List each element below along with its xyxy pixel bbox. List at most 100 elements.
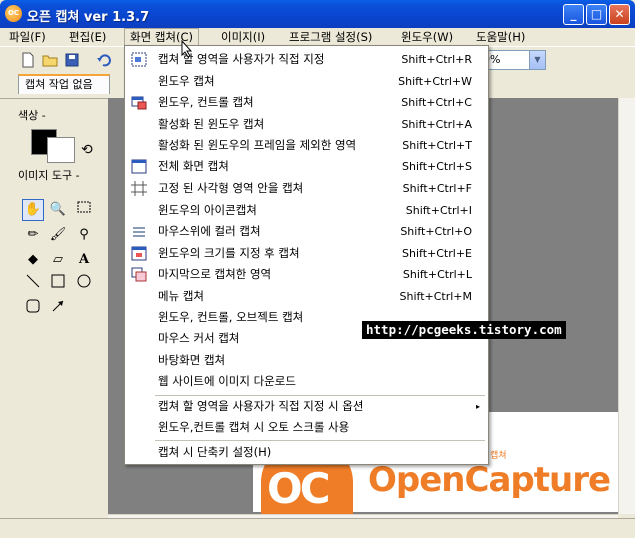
vertical-scrollbar[interactable]: [618, 98, 635, 514]
menu-item-label: 캡쳐 시 단축키 설정(H): [158, 445, 272, 459]
menu-bar: 파일(F) 편집(E) 화면 캡쳐(C) 이미지(I) 프로그램 설정(S) 윈…: [0, 28, 635, 46]
menu-item-label: 윈도우 캡쳐: [158, 74, 215, 88]
menu-item-label: 고정 된 사각형 영역 안을 캡쳐: [158, 181, 304, 195]
fill-bucket-icon[interactable]: ◆: [22, 249, 44, 271]
pencil-icon[interactable]: ✏: [22, 224, 44, 246]
submenu-arrow-icon: ▸: [475, 402, 480, 411]
menu-item-icon-capture[interactable]: 윈도우의 아이콘캡쳐 Shift+Ctrl+I: [125, 200, 488, 221]
tab-no-capture[interactable]: 캡쳐 작업 없음: [18, 74, 110, 94]
menu-item-shortcut: Shift+Ctrl+M: [399, 290, 473, 303]
menu-item-shortcut: Shift+Ctrl+E: [402, 247, 472, 260]
watermark-text: http://pcgeeks.tistory.com: [362, 321, 566, 339]
menu-item-hotkey-settings[interactable]: 캡쳐 시 단축키 설정(H): [125, 442, 488, 463]
menu-item-resize-window-capture[interactable]: 윈도우의 크기를 지정 후 캡쳐 Shift+Ctrl+E: [125, 243, 488, 264]
menu-item-label: 윈도우, 컨트롤 캡쳐: [158, 95, 254, 109]
menu-item-shortcut: Shift+Ctrl+W: [398, 75, 472, 88]
menu-item-label: 마우스위에 컬러 캡쳐: [158, 224, 261, 238]
swap-colors-icon[interactable]: ⟲: [81, 142, 93, 158]
fixed-rect-icon: [131, 181, 147, 196]
menu-item-shortcut: Shift+Ctrl+A: [401, 118, 472, 131]
menu-item-label: 활성화 된 윈도우의 프레임을 제외한 영역: [158, 138, 357, 152]
ellipse-tool-icon[interactable]: [73, 274, 95, 296]
menu-item-shortcut: Shift+Ctrl+O: [400, 225, 472, 238]
undo-icon[interactable]: [96, 52, 112, 68]
background-color[interactable]: [47, 137, 75, 163]
line-tool-icon[interactable]: [22, 274, 44, 296]
rounded-rect-tool-icon[interactable]: [22, 299, 44, 321]
window-title: 오픈 캡쳐 ver 1.3.7: [27, 10, 150, 25]
menu-window[interactable]: 윈도우(W): [396, 28, 458, 46]
menu-item-label: 활성화 된 윈도우 캡쳐: [158, 117, 265, 131]
menu-item-label: 윈도우,컨트롤 캡쳐 시 오토 스크롤 사용: [158, 420, 350, 434]
open-folder-icon[interactable]: [42, 52, 58, 68]
menu-file[interactable]: 파일(F): [4, 28, 51, 46]
status-bar: [0, 518, 635, 538]
color-capture-icon: [133, 227, 145, 237]
title-bar: OC 오픈 캡쳐 ver 1.3.7 _ □ ✕: [0, 0, 635, 28]
menu-item-shortcut: Shift+Ctrl+S: [402, 160, 472, 173]
save-icon[interactable]: [64, 52, 80, 68]
menu-item-label: 마지막으로 캡쳐한 영역: [158, 267, 272, 281]
menu-edit[interactable]: 편집(E): [64, 28, 111, 46]
menu-separator: [155, 440, 485, 441]
menu-item-color-capture[interactable]: 마우스위에 컬러 캡쳐 Shift+Ctrl+O: [125, 221, 488, 242]
menu-item-web-image-download[interactable]: 웹 사이트에 이미지 다운로드: [125, 371, 488, 392]
left-panel: 색상 - ⟲ 이미지 도구 - ✋ 🔍 ✏ 🖌 ⚲ ◆ ▱ A: [0, 98, 108, 518]
mouse-cursor-icon: [181, 40, 193, 58]
menu-item-last-region[interactable]: 마지막으로 캡쳐한 영역 Shift+Ctrl+L: [125, 264, 488, 285]
zoom-tool-icon[interactable]: 🔍: [47, 199, 69, 221]
menu-item-label: 윈도우의 크기를 지정 후 캡쳐: [158, 246, 300, 260]
logo-mark: OC: [267, 464, 331, 513]
eraser-icon[interactable]: ▱: [47, 249, 69, 271]
menu-item-shortcut: Shift+Ctrl+I: [405, 204, 472, 217]
menu-help[interactable]: 도움말(H): [471, 28, 530, 46]
menu-item-shortcut: Shift+Ctrl+L: [402, 268, 472, 281]
menu-item-menu-capture[interactable]: 메뉴 캡쳐 Shift+Ctrl+M: [125, 286, 488, 307]
menu-settings[interactable]: 프로그램 설정(S): [284, 28, 377, 46]
menu-item-label: 웹 사이트에 이미지 다운로드: [158, 374, 296, 388]
menu-image[interactable]: 이미지(I): [216, 28, 270, 46]
app-icon[interactable]: OC: [5, 5, 22, 22]
region-icon: [131, 52, 147, 67]
menu-item-window-control-capture[interactable]: 윈도우, 컨트롤 캡쳐 Shift+Ctrl+C: [125, 92, 488, 113]
menu-item-label: 윈도우, 컨트롤, 오브젝트 캡쳐: [158, 310, 304, 324]
close-button[interactable]: ✕: [609, 4, 630, 25]
arrow-tool-icon[interactable]: [47, 299, 69, 321]
resize-window-icon: [131, 246, 147, 261]
menu-item-region-options[interactable]: 캡쳐 할 영역을 사용자가 직접 지정 시 옵션 ▸: [125, 396, 488, 417]
menu-item-label: 캡쳐 할 영역을 사용자가 직접 지정 시 옵션: [158, 399, 364, 413]
eyedropper-icon[interactable]: ⚲: [73, 224, 95, 246]
menu-item-label: 마우스 커서 캡쳐: [158, 331, 240, 345]
select-rect-icon[interactable]: [73, 199, 95, 221]
menu-item-shortcut: Shift+Ctrl+R: [401, 53, 472, 66]
logo-text: OpenCapture: [368, 460, 611, 500]
menu-item-window-capture[interactable]: 윈도우 캡쳐 Shift+Ctrl+W: [125, 71, 488, 92]
menu-item-active-window-capture[interactable]: 활성화 된 윈도우 캡쳐 Shift+Ctrl+A: [125, 114, 488, 135]
menu-item-desktop-capture[interactable]: 바탕화면 캡쳐: [125, 350, 488, 371]
menu-item-active-window-client[interactable]: 활성화 된 윈도우의 프레임을 제외한 영역 Shift+Ctrl+T: [125, 135, 488, 156]
menu-item-shortcut: Shift+Ctrl+C: [401, 96, 472, 109]
fullscreen-icon: [131, 159, 147, 174]
text-tool-icon[interactable]: A: [73, 249, 95, 271]
menu-item-label: 윈도우의 아이콘캡쳐: [158, 203, 257, 217]
new-file-icon[interactable]: [20, 52, 36, 68]
menu-item-fullscreen-capture[interactable]: 전체 화면 캡쳐 Shift+Ctrl+S: [125, 156, 488, 177]
chevron-down-icon[interactable]: ▼: [529, 51, 545, 69]
menu-item-auto-scroll[interactable]: 윈도우,컨트롤 캡쳐 시 오토 스크롤 사용: [125, 417, 488, 438]
image-tools-label: 이미지 도구 -: [18, 169, 80, 182]
menu-item-capture-region[interactable]: 캡쳐 할 영역을 사용자가 직접 지정 Shift+Ctrl+R: [125, 49, 488, 70]
rectangle-tool-icon[interactable]: [47, 274, 69, 296]
capture-menu: 캡쳐 할 영역을 사용자가 직접 지정 Shift+Ctrl+R 윈도우 캡쳐 …: [124, 45, 489, 465]
menu-item-shortcut: Shift+Ctrl+F: [402, 182, 472, 195]
maximize-button[interactable]: □: [586, 4, 607, 25]
zoom-select[interactable]: 0% ▼: [480, 50, 546, 70]
minimize-button[interactable]: _: [563, 4, 584, 25]
brush-icon[interactable]: 🖌: [47, 224, 69, 246]
color-label: 색상 -: [18, 109, 46, 122]
window-control-icon: [131, 96, 147, 110]
menu-item-fixed-rect-capture[interactable]: 고정 된 사각형 영역 안을 캡쳐 Shift+Ctrl+F: [125, 178, 488, 199]
hand-tool-icon[interactable]: ✋: [22, 199, 44, 221]
menu-item-label: 전체 화면 캡쳐: [158, 159, 229, 173]
last-region-icon: [131, 267, 147, 282]
menu-item-shortcut: Shift+Ctrl+T: [402, 139, 472, 152]
